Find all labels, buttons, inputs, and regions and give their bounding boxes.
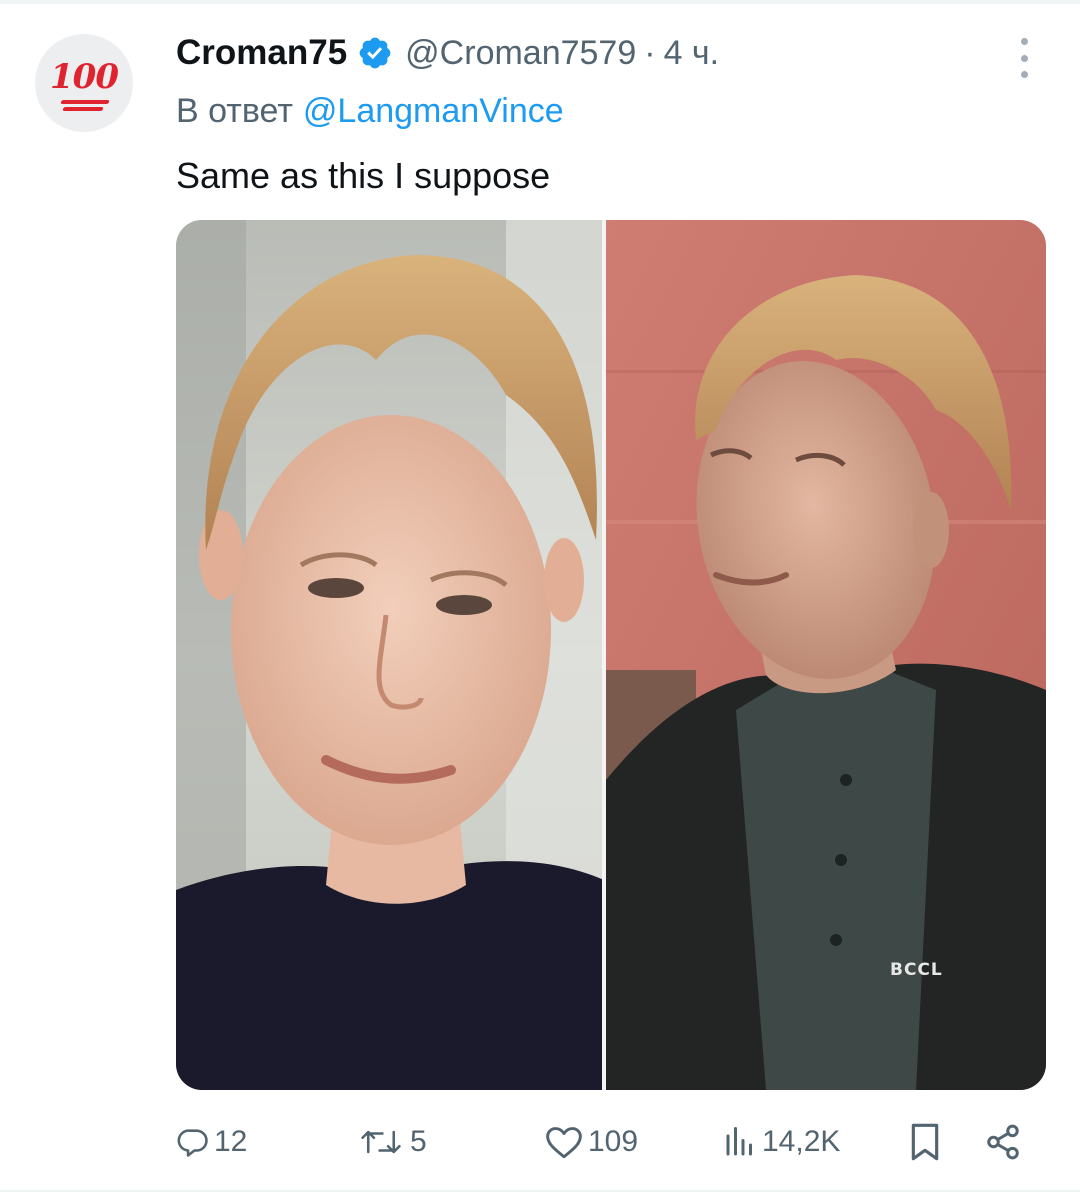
bookmark-icon <box>911 1123 939 1161</box>
reply-icon <box>177 1129 208 1157</box>
bottom-divider <box>0 1190 1080 1192</box>
views-button[interactable]: 14,2K <box>722 1112 840 1172</box>
verified-badge-icon[interactable] <box>357 35 393 71</box>
bookmark-button[interactable] <box>908 1112 942 1172</box>
reply-count: 12 <box>214 1125 248 1158</box>
tweet-header: Croman75 @Croman7579 · 4 ч. <box>176 28 719 78</box>
views-count: 14,2K <box>762 1125 841 1158</box>
avatar[interactable]: 100 <box>35 34 133 132</box>
timestamp[interactable]: 4 ч. <box>664 34 720 73</box>
views-icon <box>726 1127 752 1156</box>
reply-prefix: В ответ <box>176 91 293 130</box>
like-icon <box>546 1127 582 1159</box>
like-button[interactable]: 109 <box>544 1112 638 1172</box>
share-icon <box>987 1124 1019 1160</box>
avatar-emoji-underline <box>60 100 110 104</box>
more-dot <box>1020 54 1028 62</box>
tweet-actions-bar: 12 5 109 14,2K <box>176 1112 1046 1172</box>
share-button[interactable] <box>984 1112 1022 1172</box>
avatar-emoji-underline-2 <box>62 107 104 111</box>
more-icon[interactable] <box>1012 38 1036 78</box>
like-count: 109 <box>588 1125 639 1158</box>
media-watermark: BCCL <box>890 960 943 980</box>
user-handle[interactable]: @Croman7579 <box>405 34 636 73</box>
more-dot <box>1020 71 1028 78</box>
retweet-count: 5 <box>410 1125 427 1158</box>
tweet-text: Same as this I suppose <box>176 155 551 196</box>
more-dot <box>1020 38 1028 45</box>
tweet-media-image[interactable]: BCCL <box>176 220 1046 1090</box>
top-divider <box>0 0 1080 4</box>
reply-button[interactable]: 12 <box>176 1112 247 1172</box>
retweet-icon <box>361 1130 401 1154</box>
retweet-button[interactable]: 5 <box>356 1112 427 1172</box>
reply-context: В ответ @LangmanVince <box>176 88 564 134</box>
avatar-hundred-emoji: 100 <box>50 57 119 97</box>
display-name[interactable]: Croman75 <box>176 33 347 73</box>
separator-dot: · <box>644 33 656 72</box>
reply-to-handle[interactable]: @LangmanVince <box>303 92 564 131</box>
